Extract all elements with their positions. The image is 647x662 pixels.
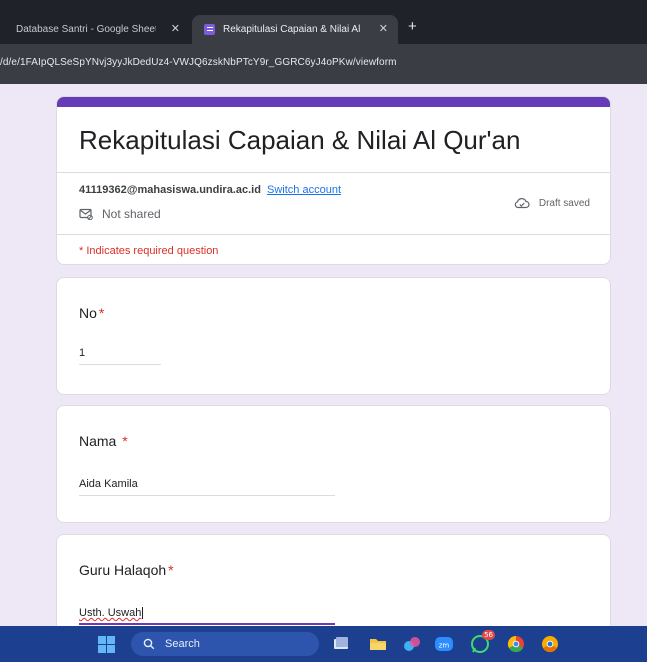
svg-text:zm: zm [439, 642, 450, 650]
tab-rekapitulasi[interactable]: Rekapitulasi Capaian & Nilai Al Qur'an ✕ [192, 15, 398, 44]
tab-label: Database Santri - Google Sheet [16, 24, 156, 35]
question-card-nama: Nama * Aida Kamila [56, 405, 611, 523]
taskbar-search[interactable]: Search [131, 632, 319, 656]
tab-database-santri[interactable]: Database Santri - Google Sheet ✕ [0, 15, 190, 44]
close-tab-icon[interactable]: ✕ [379, 22, 388, 35]
not-shared-status: Not shared [79, 207, 161, 221]
guru-halaqoh-input[interactable]: Usth. Uswah [79, 601, 335, 625]
url-text[interactable]: /d/e/1FAIpQLSeSpYNvj3yyJkDedUz4-VWJQ6zsk… [0, 57, 397, 68]
new-tab-icon[interactable]: + [408, 18, 417, 35]
switch-account-link[interactable]: Switch account [267, 184, 341, 196]
search-placeholder: Search [165, 638, 200, 650]
google-forms-icon [204, 24, 215, 35]
windows-start-icon[interactable] [98, 636, 115, 653]
form-title: Rekapitulasi Capaian & Nilai Al Qur'an [57, 107, 610, 173]
required-star: * [168, 562, 174, 578]
account-row: 41119362@mahasiswa.undira.ac.id Switch a… [57, 173, 610, 235]
search-icon [143, 638, 155, 650]
close-tab-icon[interactable]: ✕ [171, 22, 180, 35]
chrome-canary-icon[interactable] [540, 634, 560, 654]
question-label: Nama * [79, 433, 128, 449]
photos-icon[interactable] [402, 634, 422, 654]
file-explorer-icon[interactable] [368, 634, 388, 654]
question-card-no: No * 1 [56, 277, 611, 395]
required-star: * [98, 305, 105, 321]
not-shared-label: Not shared [102, 207, 161, 221]
chrome-icon[interactable] [506, 634, 526, 654]
tab-bar: Database Santri - Google Sheet ✕ Rekapit… [0, 0, 647, 44]
accent-stripe [57, 97, 610, 107]
form-header-card: Rekapitulasi Capaian & Nilai Al Qur'an 4… [56, 96, 611, 265]
nama-input[interactable]: Aida Kamila [79, 472, 335, 496]
question-label: Guru Halaqoh * [79, 562, 174, 578]
required-note: * Indicates required question [79, 245, 219, 257]
whatsapp-badge: 56 [482, 630, 495, 640]
no-input[interactable]: 1 [79, 341, 161, 365]
account-email: 41119362@mahasiswa.undira.ac.id Switch a… [79, 184, 341, 196]
not-shared-icon [79, 208, 93, 220]
tab-label: Rekapitulasi Capaian & Nilai Al Qur'an [223, 24, 363, 35]
text-caret [142, 607, 144, 620]
cloud-done-icon [514, 198, 530, 209]
task-view-icon[interactable] [331, 634, 351, 654]
draft-saved-label: Draft saved [538, 197, 590, 209]
question-label: No * [79, 305, 105, 321]
taskbar: Search zm 56 [0, 626, 647, 662]
address-bar[interactable]: /d/e/1FAIpQLSeSpYNvj3yyJkDedUz4-VWJQ6zsk… [0, 44, 647, 84]
required-star: * [122, 433, 128, 449]
whatsapp-icon[interactable]: 56 [470, 630, 495, 654]
input-value: Usth. Uswah [79, 607, 142, 619]
zoom-icon[interactable]: zm [434, 634, 454, 654]
draft-status: Draft saved [514, 197, 590, 209]
form-page: Rekapitulasi Capaian & Nilai Al Qur'an 4… [0, 84, 647, 654]
